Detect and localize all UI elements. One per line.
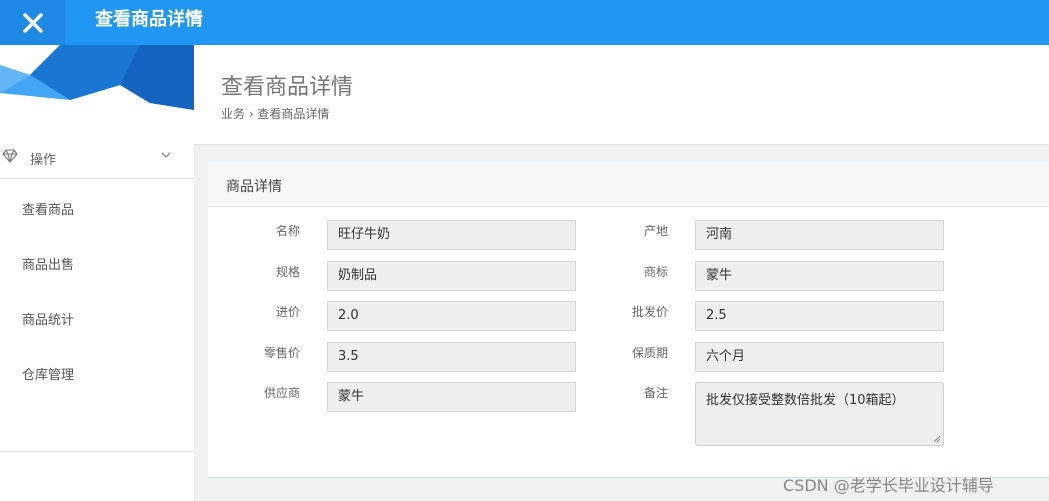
sidebar-group-label: 操作 — [30, 153, 57, 168]
remark-label: 备注 — [643, 386, 668, 400]
supplier-label: 供应商 — [263, 386, 300, 400]
purchase-price-field[interactable]: 2.0 — [327, 301, 576, 331]
chevron-down-icon — [161, 152, 171, 158]
retail-price-label: 零售价 — [263, 346, 300, 360]
origin-field[interactable]: 河南 — [695, 220, 944, 250]
shelf-life-label: 保质期 — [631, 346, 668, 360]
panel-header: 商品详情 — [208, 162, 1049, 207]
sidebar-menu: 查看商品 商品出售 商品统计 仓库管理 — [0, 178, 194, 452]
breadcrumb: 业务 › 查看商品详情 — [221, 107, 330, 121]
wholesale-price-field[interactable]: 2.5 — [695, 301, 944, 331]
remark-text: 批发仅接受整数倍批发（10箱起） — [706, 393, 905, 408]
resize-grip-icon[interactable] — [933, 435, 941, 443]
wholesale-price-label: 批发价 — [631, 305, 668, 319]
shelf-life-field[interactable]: 六个月 — [695, 342, 944, 372]
retail-price-field[interactable]: 3.5 — [327, 342, 576, 372]
brand-label: 商标 — [643, 265, 668, 279]
supplier-field[interactable]: 蒙牛 — [327, 382, 576, 412]
origin-label: 产地 — [643, 224, 668, 238]
details-panel: 商品详情 名称 旺仔牛奶 产地 河南 规格 奶制品 商标 蒙牛 进价 2.0 批… — [208, 162, 1049, 478]
sidebar-banner-graphic — [0, 45, 194, 110]
purchase-price-label: 进价 — [275, 305, 300, 319]
page-title: 查看商品详情 — [221, 75, 354, 100]
panel-title: 商品详情 — [226, 179, 282, 195]
name-field[interactable]: 旺仔牛奶 — [327, 220, 576, 250]
sidebar-item-goods-stats[interactable]: 商品统计 — [0, 289, 194, 344]
close-button[interactable] — [0, 0, 65, 45]
close-icon — [22, 12, 43, 33]
sidebar-item-label: 商品统计 — [22, 313, 75, 328]
spec-label: 规格 — [275, 265, 300, 279]
sidebar-item-label: 查看商品 — [22, 203, 75, 218]
diamond-icon — [2, 149, 18, 163]
name-label: 名称 — [275, 224, 300, 238]
remark-textarea[interactable]: 批发仅接受整数倍批发（10箱起） — [695, 382, 944, 446]
sidebar-group-operations[interactable]: 操作 — [0, 137, 194, 177]
sidebar-item-label: 仓库管理 — [22, 368, 75, 383]
top-bar: 查看商品详情 — [0, 0, 1049, 45]
sidebar-item-label: 商品出售 — [22, 258, 75, 273]
watermark: CSDN @老学长毕业设计辅导 — [783, 476, 994, 495]
sidebar: 操作 查看商品 商品出售 商品统计 仓库管理 — [0, 45, 194, 501]
sidebar-item-goods-sales[interactable]: 商品出售 — [0, 234, 194, 289]
content-header: 查看商品详情 业务 › 查看商品详情 — [194, 45, 1049, 145]
topbar-title: 查看商品详情 — [95, 9, 203, 30]
sidebar-item-warehouse[interactable]: 仓库管理 — [0, 344, 194, 399]
brand-field[interactable]: 蒙牛 — [695, 261, 944, 291]
sidebar-item-view-goods[interactable]: 查看商品 — [0, 179, 194, 234]
spec-field[interactable]: 奶制品 — [327, 261, 576, 291]
